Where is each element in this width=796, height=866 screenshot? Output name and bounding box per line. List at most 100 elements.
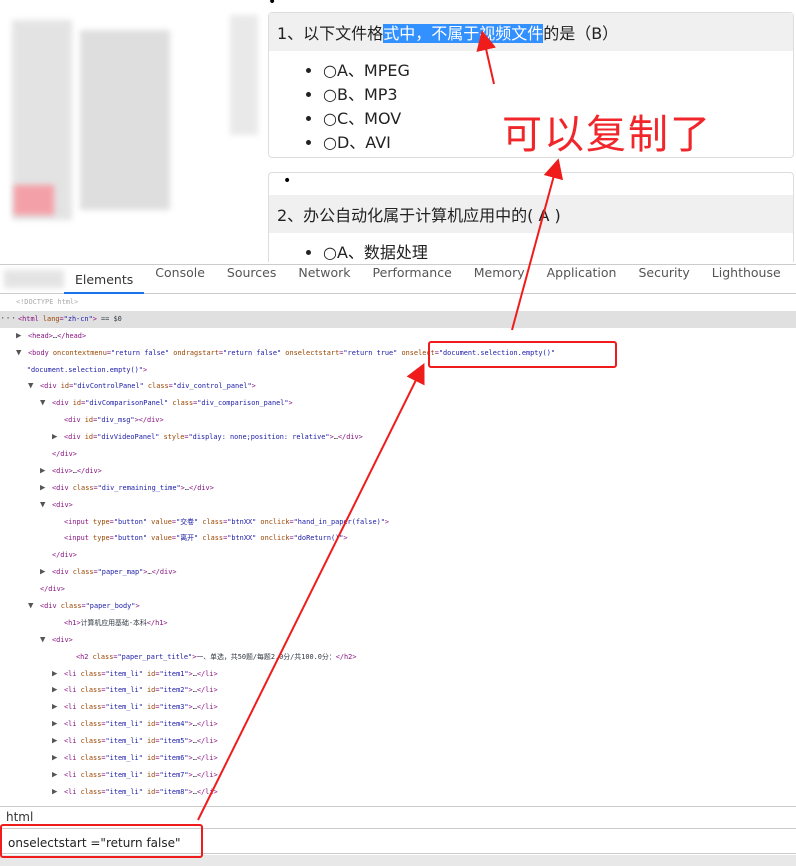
dom-node-line[interactable]: ▶ <div>…</div> xyxy=(0,463,796,480)
expand-toggle-icon[interactable]: ▶ xyxy=(52,682,64,699)
attr-name: class xyxy=(80,703,102,712)
tag: </div> xyxy=(188,483,214,492)
dom-node-line[interactable]: ▶ <li class="item_li" id="item8">…</li> xyxy=(0,784,796,801)
dom-node-line[interactable]: ▶ <li class="item_li" id="item6">…</li> xyxy=(0,750,796,767)
expand-toggle-icon[interactable]: ▶ xyxy=(52,666,64,683)
attr-value: "div_remaining_time" xyxy=(97,483,181,492)
dom-node-line[interactable]: ▶ <div class="div_remaining_time">…</div> xyxy=(0,480,796,497)
tab-security[interactable]: Security xyxy=(627,265,700,294)
attr-name: class xyxy=(80,787,102,796)
expand-toggle-icon[interactable]: ▼ xyxy=(16,345,28,362)
question-title: 1、以下文件格式中，不属于视频文件的是（B） xyxy=(269,13,793,51)
dom-node-line[interactable]: "document.selection.empty()"> xyxy=(0,362,796,379)
tag: <li xyxy=(64,787,81,796)
attr-value: "divControlPanel" xyxy=(73,382,144,391)
tag: > xyxy=(343,534,348,543)
attr-value: "item4" xyxy=(159,720,189,729)
expand-toggle-icon[interactable]: ▼ xyxy=(28,378,40,395)
dom-node-line[interactable]: <h1>计算机应用基础-本科</h1> xyxy=(0,615,796,632)
expand-toggle-icon[interactable]: ▶ xyxy=(52,784,64,801)
dom-node-line[interactable]: ▶ <head>…</head> xyxy=(0,328,796,345)
dom-node-line[interactable]: ▶ <li class="item_li" id="item2">…</li> xyxy=(0,682,796,699)
option-a[interactable]: ○A、MPEG xyxy=(323,59,793,83)
expand-toggle-icon[interactable]: ▼ xyxy=(40,497,52,514)
tag: <h1> xyxy=(64,618,81,627)
attr-name: id xyxy=(84,416,94,425)
expand-toggle-icon[interactable]: ▶ xyxy=(52,699,64,716)
tab-console[interactable]: Console xyxy=(144,265,216,294)
tab-memory[interactable]: Memory xyxy=(463,265,536,294)
expand-toggle-icon[interactable]: ▼ xyxy=(40,395,52,412)
attr-value: "zh-cn" xyxy=(63,314,93,323)
dom-node-line[interactable]: </div> xyxy=(0,581,796,598)
dom-node-line[interactable]: </div> xyxy=(0,446,796,463)
attr-name: class xyxy=(202,534,224,543)
dom-node-line[interactable]: ▼ <div class="paper_body"> xyxy=(0,598,796,615)
blurred-highlight xyxy=(14,185,54,215)
expand-toggle-icon[interactable]: ▶ xyxy=(52,716,64,733)
tag: </head> xyxy=(57,331,87,340)
attr-value: "btnXX" xyxy=(227,534,257,543)
expand-toggle-icon[interactable]: ··· xyxy=(0,311,18,328)
dom-node-line[interactable]: ··· <html lang="zh-cn"> == $0 xyxy=(0,310,796,328)
dom-node-line[interactable]: <!DOCTYPE html> xyxy=(0,294,796,311)
tab-sources[interactable]: Sources xyxy=(216,265,287,294)
tab-application[interactable]: Application xyxy=(536,265,628,294)
attr-value: "divComparisonPanel" xyxy=(85,399,169,408)
exam-page: • 1、以下文件格式中，不属于视频文件的是（B） ○A、MPEG ○B、MP3 … xyxy=(0,0,796,262)
tab-performance[interactable]: Performance xyxy=(362,265,463,294)
attr-name: class xyxy=(60,602,82,611)
dom-node-line[interactable]: ▶ <div id="divVideoPanel" style="display:… xyxy=(0,429,796,446)
attr-value: "display: none;position: relative" xyxy=(188,433,330,442)
expand-toggle-icon[interactable]: ▶ xyxy=(16,328,28,345)
attr-name: class xyxy=(172,399,194,408)
dom-node-line[interactable]: ▼ <div id="divComparisonPanel" class="div… xyxy=(0,395,796,412)
attr-value: "item_li" xyxy=(105,787,143,796)
attr-name: class xyxy=(202,517,224,526)
attr-value: "item7" xyxy=(159,770,189,779)
dom-node-line[interactable]: ▼ <body oncontextmenu="return false" ondr… xyxy=(0,345,796,362)
attr-name: oncontextmenu xyxy=(52,348,107,357)
tag: </li> xyxy=(196,720,218,729)
attr-value: "button" xyxy=(113,517,148,526)
dom-node-line[interactable]: ▶ <li class="item_li" id="item5">…</li> xyxy=(0,733,796,750)
expand-toggle-icon[interactable]: ▶ xyxy=(52,733,64,750)
dom-node-line[interactable]: <input type="button" value="离开" class="b… xyxy=(0,530,796,547)
breadcrumb[interactable]: html xyxy=(0,806,796,826)
expand-toggle-icon[interactable]: ▶ xyxy=(52,429,64,446)
dom-node-line[interactable]: ▶ <div class="paper_map">…</div> xyxy=(0,564,796,581)
expand-toggle-icon[interactable]: ▼ xyxy=(40,632,52,649)
dom-node-line[interactable]: <input type="button" value="交卷" class="b… xyxy=(0,514,796,531)
dom-node-line[interactable]: ▼ <div> xyxy=(0,497,796,514)
tab-network[interactable]: Network xyxy=(287,265,361,294)
dom-node-line[interactable]: ▶ <li class="item_li" id="item3">…</li> xyxy=(0,699,796,716)
dom-node-line[interactable]: </div> xyxy=(0,547,796,564)
expand-toggle-icon[interactable]: ▼ xyxy=(28,598,40,615)
selected-text[interactable]: 式中，不属于视频文件 xyxy=(383,24,544,43)
tab-lighthouse[interactable]: Lighthouse xyxy=(701,265,792,294)
devtools-icons[interactable] xyxy=(4,270,64,288)
expand-toggle-icon[interactable]: ▶ xyxy=(52,767,64,784)
attr-value: "return false" xyxy=(223,348,282,357)
expand-toggle-icon[interactable]: ▶ xyxy=(40,564,52,581)
option-a[interactable]: ○A、数据处理 xyxy=(323,241,793,262)
tab-elements[interactable]: Elements xyxy=(64,265,145,294)
tag: <div> xyxy=(52,466,73,475)
attr-value: "item1" xyxy=(159,669,189,678)
dom-node-line[interactable]: <h2 class="paper_part_title">一、单选，共50题/每… xyxy=(0,649,796,666)
attr-value: "item_li" xyxy=(105,669,143,678)
dom-node-line[interactable]: ▶ <li class="item_li" id="item7">…</li> xyxy=(0,767,796,784)
expand-toggle-icon[interactable]: ▶ xyxy=(40,480,52,497)
dom-node-line[interactable]: ▶ <li class="item_li" id="item1">…</li> xyxy=(0,666,796,683)
text: 一、单选，共50题/每题2.0分/共100.0分： xyxy=(196,652,336,661)
dom-node-line[interactable]: ▶ <li class="item_li" id="item4">…</li> xyxy=(0,716,796,733)
dom-node-line[interactable]: ▼ <div id="divControlPanel" class="div_co… xyxy=(0,378,796,395)
expand-toggle-icon[interactable]: ▶ xyxy=(52,750,64,767)
dom-node-line[interactable]: <div id="div_msg"></div> xyxy=(0,412,796,429)
question-title: 2、办公自动化属于计算机应用中的( A ) xyxy=(269,195,793,233)
tag: <div xyxy=(64,416,85,425)
attr-value: "div_control_panel" xyxy=(172,382,252,391)
dom-node-line[interactable]: ▼ <div> xyxy=(0,632,796,649)
expand-toggle-icon[interactable]: ▶ xyxy=(40,463,52,480)
tag: <head> xyxy=(28,331,53,340)
